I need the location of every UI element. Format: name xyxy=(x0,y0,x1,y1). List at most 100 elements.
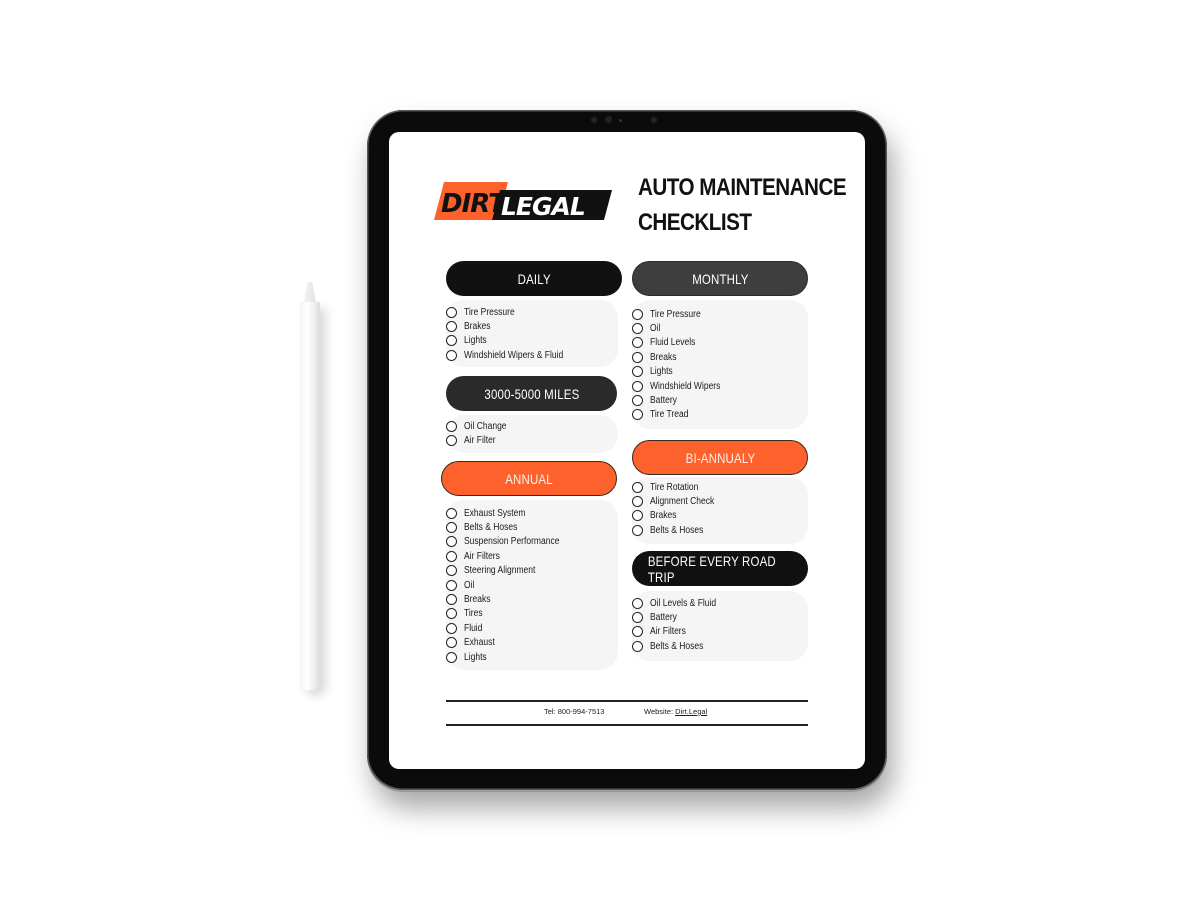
checklist-item: Windshield Wipers & Fluid xyxy=(446,348,581,362)
checkbox-circle-icon[interactable] xyxy=(446,435,457,447)
checkbox-circle-icon[interactable] xyxy=(446,594,457,606)
logo-text-dirt: DIRT xyxy=(441,189,508,219)
section-label: DAILY xyxy=(517,270,551,287)
checklist-item: Lights xyxy=(446,650,576,664)
checklist-item: Air Filters xyxy=(446,549,576,563)
checklist-item-label: Air Filters xyxy=(464,550,500,562)
checkbox-circle-icon[interactable] xyxy=(632,366,643,378)
checkbox-circle-icon[interactable] xyxy=(632,597,643,609)
section-header-monthly: MONTHLY xyxy=(632,261,808,296)
checkbox-circle-icon[interactable] xyxy=(446,306,457,318)
checklist-item-label: Tire Pressure xyxy=(464,306,515,318)
checkbox-circle-icon[interactable] xyxy=(446,579,457,591)
checklist-item: Air Filters xyxy=(632,625,728,639)
checklist-item-label: Fluid xyxy=(464,622,483,634)
checkbox-circle-icon[interactable] xyxy=(632,308,643,320)
checklist-item: Fluid Levels xyxy=(632,336,733,350)
checkbox-circle-icon[interactable] xyxy=(446,507,457,519)
footer-website-link[interactable]: Dirt.Legal xyxy=(675,707,707,716)
checklist-item: Tire Pressure xyxy=(632,307,733,321)
checklist-item: Oil xyxy=(446,578,576,592)
section-header-roadtrip: BEFORE EVERY ROAD TRIP xyxy=(632,551,808,586)
checkbox-circle-icon[interactable] xyxy=(446,651,457,663)
checklist-item-label: Breaks xyxy=(650,351,677,363)
checkbox-circle-icon[interactable] xyxy=(632,481,643,493)
checklist-item-label: Belts & Hoses xyxy=(650,524,704,536)
checklist-item: Battery xyxy=(632,610,728,624)
checklist-item-label: Exhaust System xyxy=(464,507,526,519)
checklist-item: Oil Change xyxy=(446,419,514,433)
checkbox-circle-icon[interactable] xyxy=(632,626,643,638)
checkbox-circle-icon[interactable] xyxy=(632,510,643,522)
checklist-item-label: Tire Rotation xyxy=(650,481,699,493)
checkbox-circle-icon[interactable] xyxy=(446,565,457,577)
checkbox-circle-icon[interactable] xyxy=(632,496,643,508)
checkbox-circle-icon[interactable] xyxy=(632,409,643,421)
section-header-daily: DAILY xyxy=(446,261,622,296)
checkbox-circle-icon[interactable] xyxy=(632,524,643,536)
checkbox-circle-icon[interactable] xyxy=(446,536,457,548)
checkbox-circle-icon[interactable] xyxy=(446,420,457,432)
checklist-item-label: Tire Pressure xyxy=(650,308,701,320)
checkbox-circle-icon[interactable] xyxy=(446,622,457,634)
checkbox-circle-icon[interactable] xyxy=(632,323,643,335)
pencil-tip xyxy=(304,282,316,302)
checklist-item: Lights xyxy=(446,334,581,348)
checkbox-circle-icon[interactable] xyxy=(446,637,457,649)
checklist-item-label: Brakes xyxy=(464,321,491,333)
checkbox-circle-icon[interactable] xyxy=(632,351,643,363)
checkbox-circle-icon[interactable] xyxy=(446,335,457,347)
section-header-biannual: BI-ANNUALY xyxy=(632,440,808,475)
checklist-item-label: Oil Levels & Fluid xyxy=(650,597,717,609)
checklist-item: Exhaust xyxy=(446,636,576,650)
section-label: BEFORE EVERY ROAD TRIP xyxy=(647,552,776,585)
section-label: ANNUAL xyxy=(505,470,553,487)
checkbox-circle-icon[interactable] xyxy=(446,522,457,534)
checklist-item: Alignment Check xyxy=(632,494,726,508)
section-label: BI-ANNUALY xyxy=(685,449,755,466)
checklist-item: Belts & Hoses xyxy=(632,523,726,537)
checklist-item: Brakes xyxy=(446,319,581,333)
checklist-item-label: Battery xyxy=(650,612,677,624)
checkbox-circle-icon[interactable] xyxy=(632,640,643,652)
checklist-item: Air Filter xyxy=(446,433,514,447)
checklist-item: Tire Pressure xyxy=(446,305,581,319)
checkbox-circle-icon[interactable] xyxy=(632,337,643,349)
checkbox-circle-icon[interactable] xyxy=(446,349,457,361)
checkbox-circle-icon[interactable] xyxy=(632,380,643,392)
checklist-item-label: Windshield Wipers xyxy=(650,380,721,392)
miles-checklist: Oil Change Air Filter xyxy=(446,419,514,448)
annual-checklist: Exhaust System Belts & Hoses Suspension Pe… xyxy=(446,506,576,664)
checklist-item: Belts & Hoses xyxy=(446,520,576,534)
checklist-item-label: Oil Change xyxy=(464,420,507,432)
checklist-item-label: Brakes xyxy=(650,510,677,522)
section-label: 3000-5000 MILES xyxy=(483,385,579,402)
checkbox-circle-icon[interactable] xyxy=(446,608,457,620)
section-header-annual: ANNUAL xyxy=(441,461,617,496)
footer-website: Website: Dirt.Legal xyxy=(644,707,707,716)
checklist-item-label: Air Filters xyxy=(650,626,686,638)
checklist-item: Tire Rotation xyxy=(632,480,726,494)
checklist-item-label: Lights xyxy=(464,651,487,663)
checklist-item: Breaks xyxy=(632,350,733,364)
page-title: AUTO MAINTENANCE CHECKLIST xyxy=(638,170,847,240)
checklist-item: Suspension Performance xyxy=(446,535,576,549)
document-screen: DIRT LEGAL AUTO MAINTENANCE CHECKLIST DA… xyxy=(389,132,865,769)
checkbox-circle-icon[interactable] xyxy=(446,550,457,562)
footer-website-label: Website: xyxy=(644,707,674,716)
checklist-item-label: Battery xyxy=(650,395,677,407)
sensor-icon xyxy=(651,117,657,123)
checklist-item-label: Belts & Hoses xyxy=(650,640,704,652)
tablet-device: DIRT LEGAL AUTO MAINTENANCE CHECKLIST DA… xyxy=(367,110,887,790)
checkbox-circle-icon[interactable] xyxy=(632,395,643,407)
roadtrip-checklist: Oil Levels & Fluid Battery Air Filters Belt… xyxy=(632,596,728,654)
checklist-item-label: Tires xyxy=(464,608,483,620)
title-line-1: AUTO MAINTENANCE xyxy=(638,174,847,201)
camera-icon xyxy=(605,116,612,123)
checklist-item: Battery xyxy=(632,393,733,407)
checkbox-circle-icon[interactable] xyxy=(446,321,457,333)
footer-bottom-rule xyxy=(446,724,808,726)
checkbox-circle-icon[interactable] xyxy=(632,612,643,624)
checklist-item: Breaks xyxy=(446,592,576,606)
checklist-item-label: Steering Alignment xyxy=(464,565,536,577)
